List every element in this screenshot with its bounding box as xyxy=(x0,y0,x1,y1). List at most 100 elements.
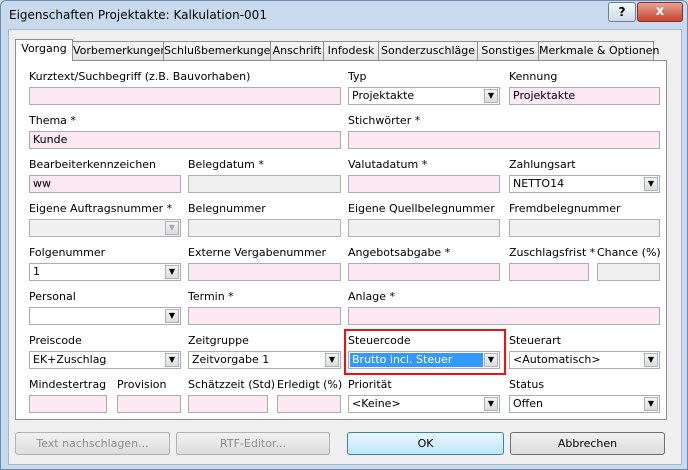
termin-label: Termin * xyxy=(188,290,234,303)
angebotsabgabe-input[interactable] xyxy=(348,263,500,281)
erledigt-input[interactable] xyxy=(277,395,341,413)
externe-vergabenr-label: Externe Vergabenummer xyxy=(188,246,327,259)
stichwoerter-input[interactable] xyxy=(348,131,660,149)
ok-button[interactable]: OK xyxy=(347,432,504,455)
chevron-down-icon[interactable]: ▼ xyxy=(644,397,658,411)
valutadatum-label: Valutadatum * xyxy=(348,158,428,171)
steuercode-label: Steuercode xyxy=(348,334,411,347)
steuercode-value: Brutto incl. Steuer xyxy=(350,353,483,367)
zeitgruppe-label: Zeitgruppe xyxy=(188,334,249,347)
bearbeiter-label: Bearbeiterkennzeichen xyxy=(29,158,157,171)
zahlungsart-label: Zahlungsart xyxy=(509,158,576,171)
rtf-editor-button[interactable]: RTF-Editor... xyxy=(176,432,330,455)
help-button[interactable]: ? xyxy=(608,2,636,22)
mindestertrag-label: Mindestertrag xyxy=(29,378,107,391)
kurztext-label: Kurztext/Suchbegriff (z.B. Bauvorhaben) xyxy=(29,70,251,83)
dialog-client-area: Vorgang Vorbemerkungen Schlußbemerkungen… xyxy=(8,29,682,465)
zeitgruppe-select[interactable]: Zeitvorgabe 1 ▼ xyxy=(188,351,341,369)
erledigt-label: Erledigt (%) xyxy=(277,378,343,391)
eigene-quellbelegnr-input[interactable] xyxy=(348,219,500,237)
window-title: Eigenschaften Projektakte: Kalkulation-0… xyxy=(9,8,267,22)
stichwoerter-label: Stichwörter * xyxy=(348,114,421,127)
folgenummer-value: 1 xyxy=(33,265,40,278)
zuschlagsfrist-label: Zuschlagsfrist * xyxy=(509,246,596,259)
chevron-down-icon[interactable]: ▼ xyxy=(644,353,658,367)
prioritaet-select[interactable]: <Keine> ▼ xyxy=(348,395,500,413)
chevron-down-icon[interactable]: ▼ xyxy=(484,353,498,367)
thema-label: Thema * xyxy=(29,114,76,127)
preiscode-label: Preiscode xyxy=(29,334,82,347)
tab-schlussbemerkungen[interactable]: Schlußbemerkungen xyxy=(163,41,277,60)
chevron-down-icon[interactable]: ▼ xyxy=(484,89,498,103)
typ-label: Typ xyxy=(348,70,367,83)
chevron-down-icon[interactable]: ▼ xyxy=(644,177,658,191)
chevron-down-icon[interactable]: ▼ xyxy=(484,397,498,411)
provision-input[interactable] xyxy=(117,395,181,413)
belegdatum-input[interactable] xyxy=(188,175,341,193)
dialog-window: Eigenschaften Projektakte: Kalkulation-0… xyxy=(0,0,688,470)
status-label: Status xyxy=(509,378,545,391)
thema-input[interactable]: Kunde xyxy=(29,131,341,149)
chevron-down-icon[interactable]: ▼ xyxy=(325,353,339,367)
valutadatum-input[interactable] xyxy=(348,175,500,193)
zahlungsart-select[interactable]: NETTO14 ▼ xyxy=(509,175,660,193)
zahlungsart-value: NETTO14 xyxy=(513,177,565,190)
personal-select[interactable]: ▼ xyxy=(29,307,181,325)
provision-label: Provision xyxy=(117,378,167,391)
steuerart-label: Steuerart xyxy=(509,334,561,347)
angebotsabgabe-label: Angebotsabgabe * xyxy=(348,246,451,259)
folgenummer-select[interactable]: 1 ▼ xyxy=(29,263,181,281)
close-button[interactable]: x xyxy=(637,2,683,22)
steuerart-select[interactable]: <Automatisch> ▼ xyxy=(509,351,660,369)
tab-anschrift[interactable]: Anschrift xyxy=(270,41,324,60)
externe-vergabenr-input[interactable] xyxy=(188,263,341,281)
prioritaet-value: <Keine> xyxy=(352,397,401,410)
tab-panel-vorgang: Kurztext/Suchbegriff (z.B. Bauvorhaben) … xyxy=(15,60,667,420)
status-select[interactable]: Offen ▼ xyxy=(509,395,660,413)
status-value: Offen xyxy=(513,397,543,410)
typ-select[interactable]: Projektakte ▼ xyxy=(348,87,500,105)
chevron-down-icon[interactable]: ▼ xyxy=(165,353,179,367)
chance-input[interactable] xyxy=(597,263,660,281)
preiscode-select[interactable]: EK+Zuschlag ▼ xyxy=(29,351,181,369)
text-nachschlagen-button[interactable]: Text nachschlagen... xyxy=(15,432,170,455)
tab-sonderzuschlaege[interactable]: Sonderzuschläge xyxy=(378,41,478,60)
zuschlagsfrist-input[interactable] xyxy=(509,263,589,281)
tab-vorgang[interactable]: Vorgang xyxy=(15,39,73,61)
abbrechen-button[interactable]: Abbrechen xyxy=(510,432,665,455)
belegnummer-input[interactable] xyxy=(188,219,341,237)
zeitgruppe-value: Zeitvorgabe 1 xyxy=(192,353,270,366)
prioritaet-label: Priorität xyxy=(348,378,392,391)
steuercode-select[interactable]: Brutto incl. Steuer ▼ xyxy=(348,351,500,369)
title-bar[interactable]: Eigenschaften Projektakte: Kalkulation-0… xyxy=(1,1,687,29)
typ-value: Projektakte xyxy=(352,89,415,102)
schaetzzeit-label: Schätzzeit (Std) xyxy=(188,378,276,391)
anlage-input[interactable] xyxy=(348,307,660,325)
tab-infodesk[interactable]: Infodesk xyxy=(323,41,379,60)
kurztext-input[interactable] xyxy=(29,87,341,105)
eigene-auftragsnr-label: Eigene Auftragsnummer * xyxy=(29,202,173,215)
folgenummer-label: Folgenummer xyxy=(29,246,106,259)
chance-label: Chance (%) xyxy=(597,246,661,259)
kennung-input[interactable]: Projektakte xyxy=(509,87,660,105)
anlage-label: Anlage * xyxy=(348,290,396,303)
steuerart-value: <Automatisch> xyxy=(513,353,601,366)
termin-input[interactable] xyxy=(188,307,341,325)
mindestertrag-input[interactable] xyxy=(29,395,107,413)
tab-merkmale-optionen[interactable]: Merkmale & Optionen xyxy=(538,41,659,60)
chevron-down-icon[interactable]: ▼ xyxy=(165,309,179,323)
schaetzzeit-input[interactable] xyxy=(188,395,268,413)
tab-sonstiges[interactable]: Sonstiges xyxy=(477,41,539,60)
tab-vorbemerkungen[interactable]: Vorbemerkungen xyxy=(72,41,167,60)
chevron-down-icon[interactable]: ▼ xyxy=(165,221,179,235)
personal-label: Personal xyxy=(29,290,76,303)
fremdbelegnr-input[interactable] xyxy=(509,219,660,237)
belegdatum-label: Belegdatum * xyxy=(188,158,264,171)
belegnummer-label: Belegnummer xyxy=(188,202,266,215)
kennung-label: Kennung xyxy=(509,70,558,83)
eigene-auftragsnr-select[interactable]: ▼ xyxy=(29,219,181,237)
bearbeiter-input[interactable]: ww xyxy=(29,175,181,193)
fremdbelegnr-label: Fremdbelegnummer xyxy=(509,202,621,215)
chevron-down-icon[interactable]: ▼ xyxy=(165,265,179,279)
preiscode-value: EK+Zuschlag xyxy=(33,353,107,366)
